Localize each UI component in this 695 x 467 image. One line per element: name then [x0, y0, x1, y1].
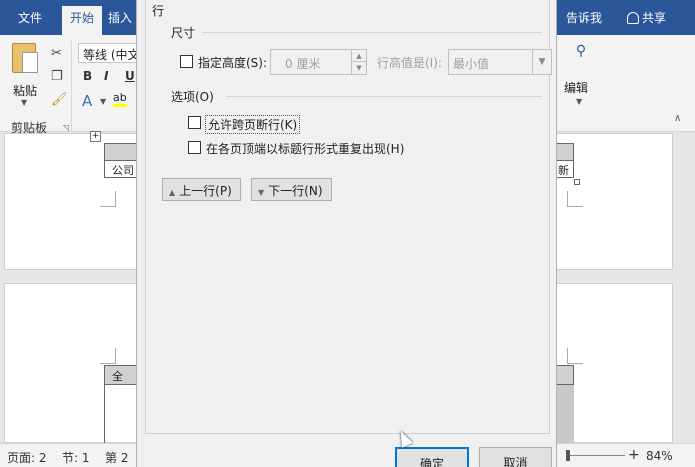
repeat-header-checkbox[interactable] — [188, 141, 201, 154]
chevron-down-icon[interactable]: ▼ — [532, 50, 551, 74]
margin-corner-mark — [100, 348, 116, 364]
tell-me-search[interactable]: 告诉我 — [566, 9, 602, 26]
table-resize-handle[interactable] — [574, 179, 580, 185]
previous-row-label: 上一行(P) — [179, 184, 232, 198]
height-value: 0 厘米 — [285, 57, 321, 71]
cancel-button[interactable]: 取消 — [479, 447, 552, 467]
spin-down-icon[interactable]: ▼ — [351, 62, 366, 74]
underline-button[interactable]: U — [125, 69, 135, 83]
status-section: 节: 1 — [62, 451, 90, 465]
status-page[interactable]: 页面: 2 — [7, 449, 47, 466]
tab-row[interactable]: 行 — [152, 2, 164, 19]
dialog-launcher-icon[interactable]: ◹ — [63, 123, 69, 132]
section-divider — [226, 96, 542, 97]
specify-height-checkbox[interactable] — [180, 55, 193, 68]
row-height-rule-value: 最小值 — [453, 57, 490, 71]
font-name-input[interactable]: 等线 (中文 — [78, 43, 138, 63]
allow-row-break-checkbox[interactable] — [188, 116, 201, 129]
share-button[interactable]: 共享 — [627, 9, 666, 26]
zoom-slider[interactable] — [570, 455, 625, 456]
triangle-up-icon: ▲ — [169, 188, 176, 197]
triangle-down-icon: ▼ — [258, 188, 265, 197]
row-height-rule-select[interactable]: 最小值 ▼ — [448, 49, 552, 75]
clipboard-group: 粘贴 ▼ ✂ ❐ 🖌 剪贴板 ◹ — [6, 41, 72, 135]
specify-height-label[interactable]: 指定高度(S): — [198, 54, 267, 71]
table-cell[interactable]: 全 — [112, 368, 123, 384]
row-tab-panel: 行 尺寸 指定高度(S): 0 厘米 ▲ ▼ 行高值是(I): 最小值 ▼ 选项… — [145, 0, 552, 434]
paste-button[interactable]: 粘贴 — [13, 82, 37, 99]
zoom-level[interactable]: 84% — [646, 449, 673, 463]
table-move-handle-icon[interactable]: + — [90, 131, 101, 142]
chevron-down-icon[interactable]: ▼ — [21, 98, 27, 107]
text-effects-button[interactable]: A — [82, 92, 92, 110]
search-icon[interactable]: ⚲ — [570, 43, 592, 65]
cut-icon[interactable]: ✂ — [51, 46, 62, 61]
row-height-is-label: 行高值是(I): — [377, 56, 442, 70]
margin-corner-mark — [567, 348, 583, 364]
editing-button[interactable]: 编辑 — [564, 79, 588, 96]
table-cell[interactable]: 新 — [558, 162, 569, 178]
allow-row-break-label[interactable]: 允许跨页断行(K) — [205, 115, 301, 134]
repeat-header-label[interactable]: 在各页顶端以标题行形式重复出现(H) — [206, 140, 404, 157]
next-row-button[interactable]: ▼ 下一行(N) — [251, 178, 332, 201]
paste-icon[interactable] — [12, 43, 38, 73]
next-row-label: 下一行(N) — [268, 184, 323, 198]
margin-corner-mark — [567, 191, 583, 207]
copy-icon[interactable]: ❐ — [51, 69, 63, 84]
tab-insert[interactable]: 插入 — [108, 9, 132, 26]
zoom-slider-thumb[interactable] — [566, 450, 570, 461]
tab-home[interactable]: 开始 — [62, 6, 102, 35]
table-properties-dialog: 行 尺寸 指定高度(S): 0 厘米 ▲ ▼ 行高值是(I): 最小值 ▼ 选项… — [136, 0, 557, 467]
share-label: 共享 — [642, 11, 667, 25]
table-cell[interactable]: 公司 — [112, 162, 134, 178]
previous-row-button[interactable]: ▲ 上一行(P) — [162, 178, 241, 201]
italic-button[interactable]: I — [104, 69, 108, 83]
chevron-down-icon[interactable]: ▼ — [100, 97, 106, 106]
person-icon — [627, 12, 639, 24]
height-spinner[interactable]: 0 厘米 ▲ ▼ — [270, 49, 367, 75]
status-page-count: 第 2 — [105, 451, 129, 465]
chevron-down-icon[interactable]: ▼ — [576, 97, 582, 106]
font-group: 等线 (中文 B I U A ▼ ab — [76, 41, 138, 131]
margin-corner-mark — [100, 191, 116, 207]
options-section-title: 选项(O) — [171, 90, 214, 104]
section-divider — [202, 32, 542, 33]
collapse-ribbon-icon[interactable]: ∧ — [674, 113, 681, 124]
tab-file[interactable]: 文件 — [18, 9, 42, 26]
ok-button[interactable]: 确定 — [395, 447, 469, 467]
editing-group: ⚲ 编辑 ▼ — [558, 41, 598, 111]
bold-button[interactable]: B — [83, 69, 92, 83]
format-painter-icon[interactable]: 🖌 — [51, 92, 68, 107]
zoom-in-icon[interactable]: + — [628, 447, 640, 463]
highlight-button[interactable]: ab — [113, 91, 127, 107]
size-section-title: 尺寸 — [171, 26, 196, 40]
spin-up-icon[interactable]: ▲ — [351, 50, 366, 62]
